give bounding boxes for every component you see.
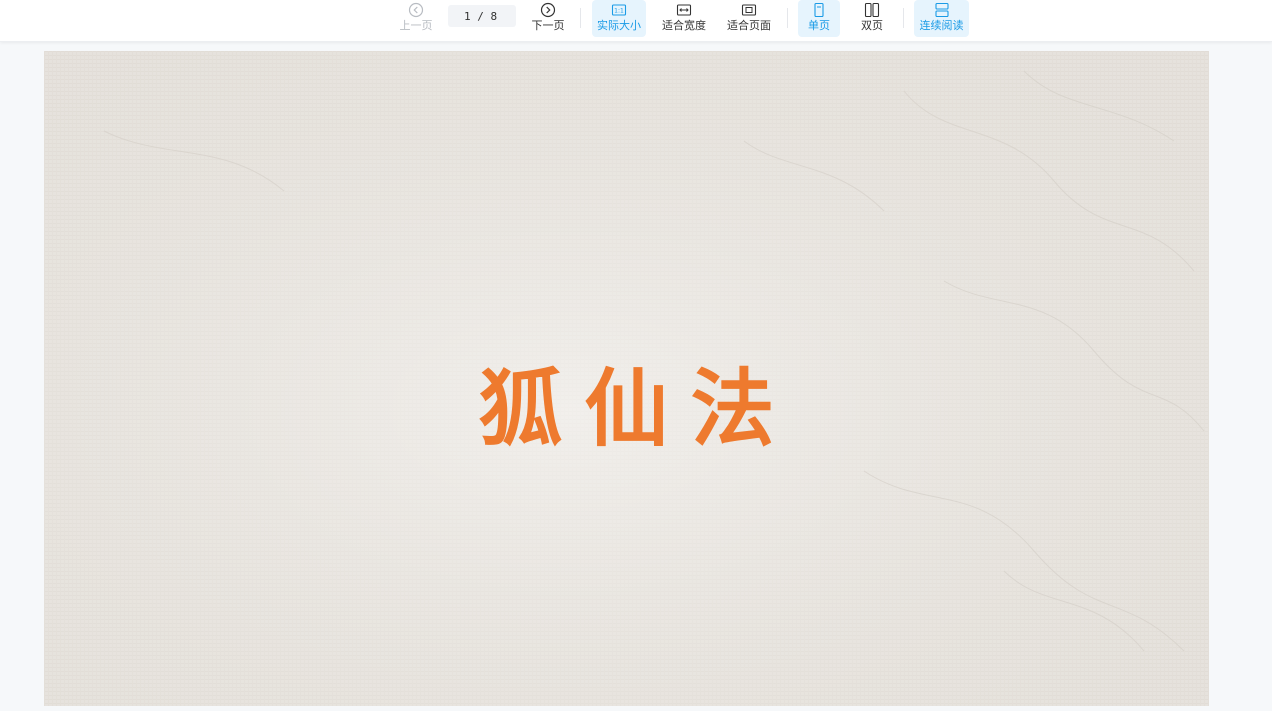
double-page-label: 双页 [861,19,883,32]
toolbar-divider [580,8,581,28]
actual-size-icon: 1:1 [611,4,627,16]
chevron-left-circle-icon [408,2,424,18]
fit-page-button[interactable]: 适合页面 [722,0,776,37]
document-page: 狐仙法 [44,51,1209,706]
page-number-input[interactable]: 1 / 8 [448,5,516,27]
prev-page-label: 上一页 [399,19,433,32]
double-page-button[interactable]: 双页 [851,0,893,37]
fit-width-label: 适合宽度 [662,19,706,32]
double-page-icon [864,2,880,18]
single-page-icon [814,2,824,18]
single-page-label: 单页 [808,19,830,32]
actual-size-button[interactable]: 1:1 实际大小 [592,0,646,37]
document-title: 狐仙法 [478,359,797,458]
toolbar-divider [903,8,904,28]
fit-page-label: 适合页面 [727,19,771,32]
fit-page-icon [741,4,757,16]
fit-width-button[interactable]: 适合宽度 [658,0,710,37]
next-page-button[interactable]: 下一页 [528,0,568,37]
chevron-right-circle-icon [540,2,556,18]
prev-page-button[interactable]: 上一页 [395,0,437,37]
next-page-label: 下一页 [531,19,565,32]
continuous-reading-button[interactable]: 连续阅读 [914,0,969,37]
actual-size-label: 实际大小 [597,19,641,32]
fit-width-icon [676,4,692,16]
single-page-button[interactable]: 单页 [798,0,840,37]
toolbar-divider [787,8,788,28]
continuous-reading-label: 连续阅读 [919,19,964,32]
viewer-toolbar: 上一页 1 / 8 下一页 1:1 实际大小 适合宽度 适合页面 单页 双页 连… [0,0,1272,42]
svg-text:1:1: 1:1 [614,8,624,15]
continuous-scroll-icon [934,2,949,18]
